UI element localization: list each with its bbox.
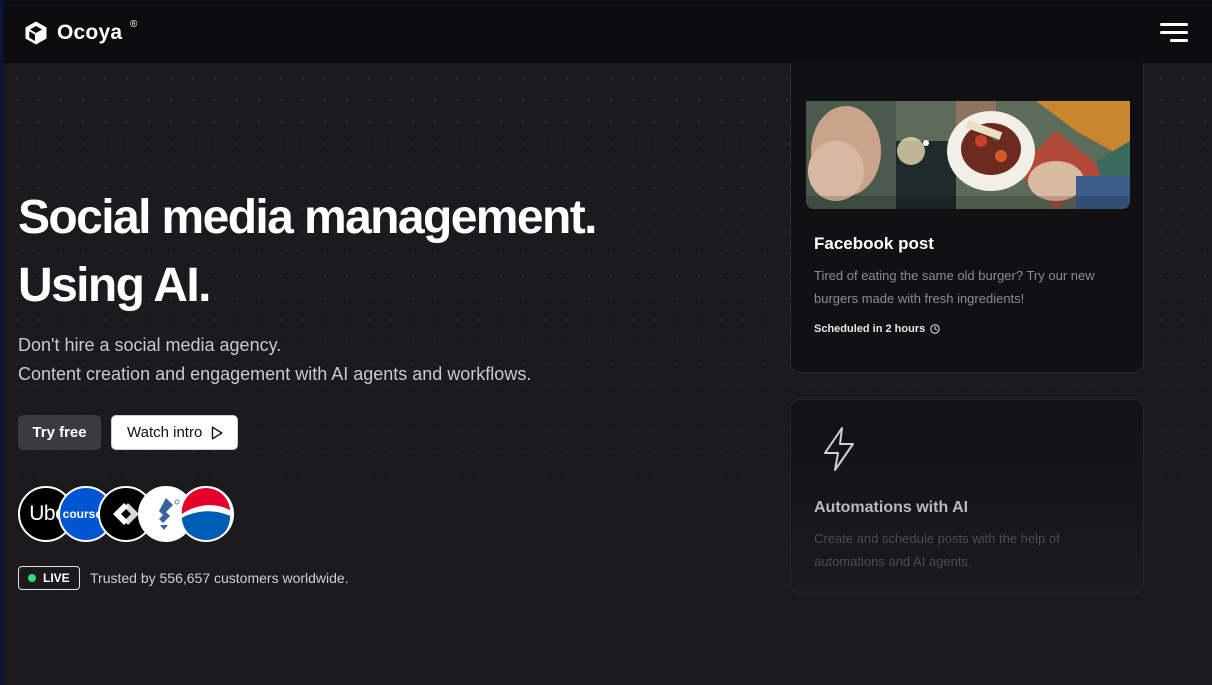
scheduled-label: Scheduled in 2 hours xyxy=(814,323,926,335)
hero-headline-line-2: Using AI. xyxy=(18,259,211,312)
cube-icon xyxy=(25,21,47,45)
top-nav-bar: Ocoya ® xyxy=(0,0,1212,63)
live-label: LIVE xyxy=(43,571,70,585)
facebook-post-text: Tired of eating the same old burger? Try… xyxy=(814,268,1095,306)
food-photo-image xyxy=(806,101,1130,209)
menu-line xyxy=(1160,31,1188,34)
trusted-customers-text: Trusted by 556,657 customers worldwide. xyxy=(90,570,349,586)
pepsi-logo-mark xyxy=(181,488,231,540)
menu-line xyxy=(1170,39,1188,42)
pepsi-logo xyxy=(178,486,234,542)
watch-intro-label: Watch intro xyxy=(127,424,203,441)
food-photo xyxy=(806,101,1130,209)
menu-line xyxy=(1160,23,1188,26)
facebook-post-title: Facebook post xyxy=(814,234,934,253)
clock-icon xyxy=(930,324,940,334)
try-free-button[interactable]: Try free xyxy=(18,415,101,450)
automations-title: Automations with AI xyxy=(814,499,969,516)
scheduled-status: Scheduled in 2 hours xyxy=(814,323,940,335)
lightning-bolt-icon xyxy=(824,427,854,471)
hamburger-menu-icon[interactable] xyxy=(1160,23,1188,43)
trademark-symbol: ® xyxy=(130,19,138,30)
brand-logo[interactable]: Ocoya ® xyxy=(23,19,137,46)
brand-name: Ocoya xyxy=(57,21,123,44)
watch-intro-button[interactable]: Watch intro xyxy=(111,415,238,450)
try-free-label: Try free xyxy=(32,424,87,441)
automations-card: Automations with AI Create and schedule … xyxy=(790,399,1144,594)
play-icon xyxy=(212,426,223,439)
live-badge: LIVE xyxy=(18,566,80,590)
hero-subheading-line-1: Don't hire a social media agency. xyxy=(18,335,282,355)
hero-headline-line-1: Social media management. xyxy=(18,191,597,244)
automations-text: Create and schedule posts with the help … xyxy=(814,531,1060,569)
facebook-post-card: Facebook post Tired of eating the same o… xyxy=(790,63,1144,373)
live-status-dot xyxy=(28,574,36,582)
customer-logos: Uber coursera xyxy=(18,486,258,546)
hero-subheading-line-2: Content creation and engagement with AI … xyxy=(18,364,532,384)
